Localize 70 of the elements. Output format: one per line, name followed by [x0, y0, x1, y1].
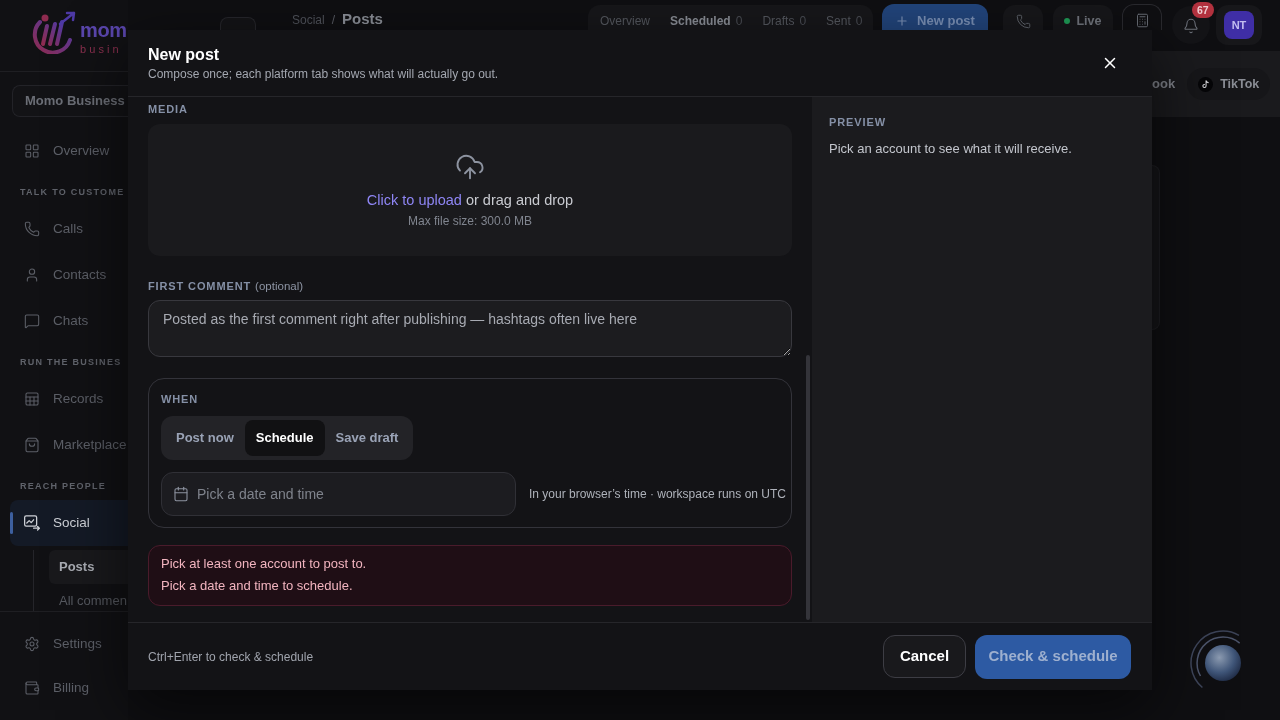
nav-item[interactable]: Marketplace: [10, 422, 128, 468]
platform-tab[interactable]: ook: [1152, 74, 1176, 94]
status-label: Live: [1076, 14, 1102, 28]
frame-arrow-icon: [24, 515, 40, 531]
bag-icon: [24, 437, 40, 453]
notification-count: 67: [1192, 2, 1214, 18]
wallet-icon: [24, 680, 40, 696]
section-label: PREVIEW: [829, 115, 887, 129]
chat-bubble-icon: [24, 313, 40, 329]
cancel-button[interactable]: Cancel: [883, 635, 966, 678]
optional-note: (optional): [255, 279, 304, 293]
upload-link[interactable]: Click to upload: [366, 192, 462, 208]
nav-subitem[interactable]: Posts: [49, 550, 128, 584]
phone-icon: [1015, 13, 1031, 29]
logo-wordmark: mom: [80, 20, 127, 40]
segment-option[interactable]: Post now: [165, 420, 245, 456]
preview-message: Pick an account to see what it will receive.: [829, 141, 1073, 157]
music-note-icon: [1198, 76, 1214, 92]
comment-textarea[interactable]: Posted as the first comment right after publishing — hashtags often live here: [148, 300, 792, 357]
error-message: Pick a date and time to schedule.: [161, 577, 354, 595]
breadcrumb-link[interactable]: Social: [292, 11, 325, 29]
new-post-button[interactable]: New post: [882, 4, 988, 30]
section-heading: RUN THE BUSINES: [20, 357, 122, 367]
cloud-upload-icon: [455, 152, 485, 182]
plus-icon: [895, 14, 910, 28]
logo-tagline: busin: [80, 43, 123, 55]
phone-icon: [24, 221, 40, 237]
user-icon: [24, 267, 40, 283]
nav-item[interactable]: Settings: [10, 622, 102, 666]
workspace-selector[interactable]: Momo Business: [12, 85, 128, 117]
timezone-hint: In your browser’s time · workspace runs on UTC: [529, 486, 786, 502]
file-size-limit: Max file size: 300.0 MB: [407, 213, 533, 229]
segment-option[interactable]: Save draft: [324, 420, 410, 456]
view-tab[interactable]: Overview: [600, 13, 650, 28]
table-icon: [24, 391, 40, 407]
calendar-icon: [173, 486, 189, 502]
section-heading: REACH PEOPLE: [20, 481, 107, 491]
orb-button[interactable]: [1190, 630, 1242, 690]
nav-subitem[interactable]: All commen: [49, 584, 128, 611]
nav-item[interactable]: Overview: [10, 128, 128, 174]
upload-instructions: Click to upload or drag and drop: [366, 191, 574, 209]
section-label: MEDIA: [148, 102, 189, 116]
section-label: FIRST COMMENT: [148, 279, 252, 293]
avatar[interactable]: NT: [1224, 11, 1254, 39]
scrollbar-thumb[interactable]: [806, 355, 810, 620]
phone-button[interactable]: [1003, 5, 1043, 30]
section-label: WHEN: [161, 392, 200, 406]
nav-item[interactable]: Social: [10, 500, 128, 546]
dialog-title: New post: [148, 45, 221, 65]
dialog-subtitle: Compose once; each platform tab shows what will actually go out.: [148, 66, 499, 82]
nav-item[interactable]: Chats: [10, 298, 128, 344]
calculator-icon: [1134, 13, 1150, 28]
section-heading: TALK TO CUSTOME: [20, 187, 125, 197]
bell-icon: [1183, 18, 1199, 34]
shortcut-hint: Ctrl+Enter to check & schedule: [148, 648, 314, 666]
settings-icon: [24, 636, 40, 652]
platform-tab[interactable]: TikTok: [1187, 68, 1271, 100]
nav-item[interactable]: Records: [10, 376, 128, 422]
logo-icon: [30, 10, 78, 54]
error-message: Pick at least one account to post to.: [161, 555, 368, 573]
selected-indicator: [10, 512, 13, 534]
date-field[interactable]: Pick a date and time: [161, 472, 516, 516]
nav-item[interactable]: Billing: [10, 666, 90, 710]
segment-option[interactable]: Schedule: [244, 420, 325, 456]
upload-dropzone[interactable]: Click to upload or drag and drop Max file size: 300.0 MB: [148, 124, 792, 256]
nav-item[interactable]: Calls: [10, 206, 128, 252]
nav-item[interactable]: Contacts: [10, 252, 128, 298]
grid-icon: [24, 143, 40, 159]
breadcrumb-current: Posts: [342, 10, 383, 28]
breadcrumb-separator: /: [331, 12, 336, 29]
